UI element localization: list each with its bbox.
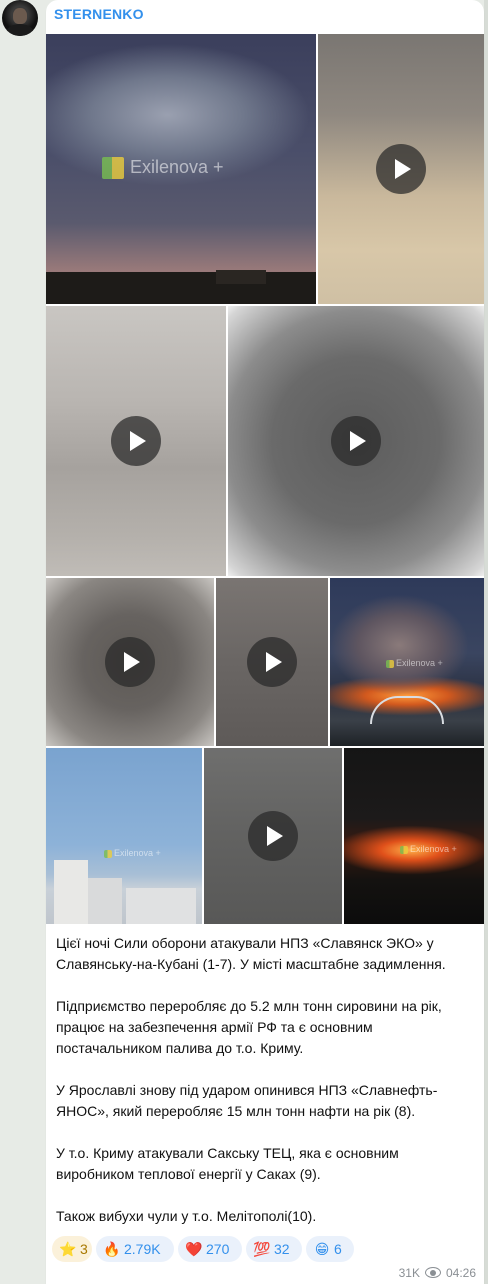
message-paragraph: Цієї ночі Сили оборони атакували НПЗ «Сл… <box>56 935 446 972</box>
watermark-logo-icon <box>104 849 112 858</box>
scrollbar[interactable] <box>484 0 488 1284</box>
watermark: Exilenova + <box>386 658 443 668</box>
media-video-9[interactable] <box>204 748 342 924</box>
watermark-logo-icon <box>386 659 394 668</box>
reaction-count: 270 <box>206 1241 230 1257</box>
reaction-heart[interactable]: ❤️ 270 <box>178 1236 242 1262</box>
media-photo-7[interactable]: Exilenova + <box>330 578 484 746</box>
reaction-hundred[interactable]: 💯 32 <box>246 1236 302 1262</box>
hundred-icon: 💯 <box>253 1241 271 1257</box>
media-photo-10[interactable]: Exilenova + <box>344 748 484 924</box>
play-icon[interactable] <box>331 416 381 466</box>
reaction-count: 2.79K <box>124 1241 161 1257</box>
play-icon[interactable] <box>111 416 161 466</box>
watermark-logo-icon <box>102 157 124 180</box>
watermark: Exilenova + <box>102 157 224 180</box>
message-paragraph: У т.о. Криму атакували Сакську ТЕЦ, яка … <box>56 1145 399 1182</box>
watermark-logo-icon <box>400 845 408 854</box>
media-video-3[interactable] <box>46 306 226 576</box>
play-icon[interactable] <box>248 811 298 861</box>
eye-icon <box>424 1267 441 1279</box>
reaction-fire[interactable]: 🔥 2.79K <box>96 1236 174 1262</box>
reaction-count: 6 <box>334 1241 342 1257</box>
channel-avatar[interactable] <box>2 0 38 36</box>
heart-icon: ❤️ <box>185 1241 203 1257</box>
media-video-4[interactable] <box>228 306 484 576</box>
media-photo-1[interactable]: Exilenova + <box>46 34 316 304</box>
media-video-2[interactable] <box>318 34 484 304</box>
message-time: 04:26 <box>445 1266 476 1280</box>
message-paragraph: У Ярославлі знову під ударом опинився НП… <box>56 1082 438 1119</box>
reaction-count: 3 <box>80 1241 88 1257</box>
reaction-star[interactable]: ⭐ 3 <box>52 1236 92 1262</box>
watermark: Exilenova + <box>400 844 457 854</box>
star-icon: ⭐ <box>59 1241 77 1257</box>
grin-icon: 😁 <box>314 1241 330 1257</box>
reaction-grin[interactable]: 😁 6 <box>306 1236 354 1262</box>
message-paragraph: Підприємство переробляє до 5.2 млн тонн … <box>56 998 442 1056</box>
message-paragraph: Також вибухи чули у т.о. Мелітополі(10). <box>56 1208 317 1224</box>
play-icon[interactable] <box>376 144 426 194</box>
message-meta: 31K 04:26 <box>399 1266 476 1280</box>
watermark: Exilenova + <box>104 848 161 858</box>
media-photo-8[interactable]: Exilenova + <box>46 748 202 924</box>
channel-name[interactable]: STERNENKO <box>54 6 144 22</box>
message-text: Цієї ночі Сили оборони атакували НПЗ «Сл… <box>56 933 456 1248</box>
views-count: 31K <box>398 1266 420 1280</box>
reaction-count: 32 <box>274 1241 290 1257</box>
play-icon[interactable] <box>105 637 155 687</box>
media-video-6[interactable] <box>216 578 328 746</box>
media-video-5[interactable] <box>46 578 214 746</box>
play-icon[interactable] <box>247 637 297 687</box>
fire-icon: 🔥 <box>103 1241 121 1257</box>
